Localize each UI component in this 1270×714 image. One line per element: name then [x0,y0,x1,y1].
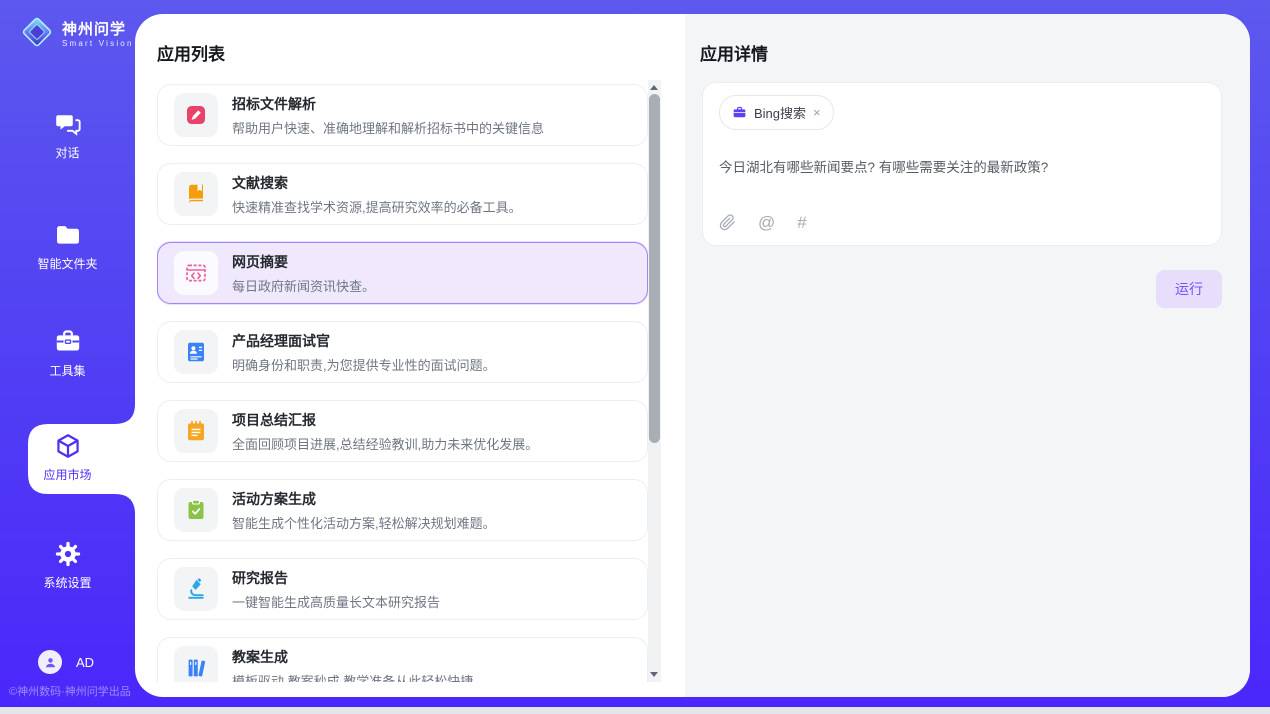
app-card-description: 明确身份和职责,为您提供专业性的面试问题。 [232,355,496,374]
app-card-name: 项目总结汇报 [232,410,538,430]
brand-logo: 神州问学 Smart Vision [18,13,134,56]
app-card-webdigest[interactable]: 网页摘要 每日政府新闻资讯快查。 [157,242,648,304]
scrollbar-up-arrow-icon[interactable] [650,85,658,90]
tool-chip-bing-search[interactable]: Bing搜索 × [719,95,834,130]
app-card-tender[interactable]: 招标文件解析 帮助用户快速、准确地理解和解析招标书中的关键信息 [157,84,648,146]
sidebar-item-chat[interactable]: 对话 [0,110,135,161]
app-card-name: 招标文件解析 [232,94,544,114]
app-list: 招标文件解析 帮助用户快速、准确地理解和解析招标书中的关键信息 文献搜索 快速精… [157,84,648,682]
browser-code-icon [184,261,208,285]
app-card-interview[interactable]: 产品经理面试官 明确身份和职责,为您提供专业性的面试问题。 [157,321,648,383]
gear-icon [0,540,135,570]
paperclip-icon[interactable] [719,214,736,231]
app-card-description: 一键智能生成高质量长文本研究报告 [232,592,440,611]
app-card-name: 活动方案生成 [232,489,496,509]
main-panel: 应用列表 招标文件解析 帮助用户快速、准确地理解和解析招标书中的关键信息 文献搜… [135,14,1250,697]
app-card-name: 产品经理面试官 [232,331,496,351]
app-card-description: 模板驱动,教案秒成,教学准备从此轻松快捷 [232,671,473,683]
brand-name: 神州问学 [62,21,126,38]
sidebar-item-settings[interactable]: 系统设置 [0,540,135,591]
folder-icon [0,221,135,251]
app-card-event[interactable]: 活动方案生成 智能生成个性化活动方案,轻松解决规划难题。 [157,479,648,541]
app-card-name: 研究报告 [232,568,440,588]
app-card-summary[interactable]: 项目总结汇报 全面回顾项目进展,总结经验教训,助力未来优化发展。 [157,400,648,462]
app-card-description: 智能生成个性化活动方案,轻松解决规划难题。 [232,513,496,532]
microscope-icon [184,577,208,601]
app-detail-panel: 应用详情 Bing搜索 × 今日湖北有哪些新闻要点? 有哪些需要关注的最新政策? [685,14,1250,697]
tool-chip-label: Bing搜索 [754,103,806,122]
cube-icon [0,432,135,462]
attachment-toolbar: @ # [719,214,807,231]
user-row[interactable]: AD [38,650,94,674]
sidebar: 神州问学 Smart Vision 对话 智能文件夹 工具集 应用市场 [0,0,135,707]
user-avatar-icon[interactable] [38,650,62,674]
app-card-lesson[interactable]: 教案生成 模板驱动,教案秒成,教学准备从此轻松快捷 [157,637,648,682]
hash-icon[interactable]: # [797,214,806,231]
chip-close-icon[interactable]: × [813,106,821,119]
at-mention-icon[interactable]: @ [758,214,775,231]
clipboard-check-icon [184,498,208,522]
toolbox-icon [0,328,135,358]
sidebar-item-tools[interactable]: 工具集 [0,328,135,379]
app-card-literature[interactable]: 文献搜索 快速精准查找学术资源,提高研究效率的必备工具。 [157,163,648,225]
run-button[interactable]: 运行 [1156,270,1222,308]
resume-person-icon [184,340,208,364]
books-icon [184,656,208,680]
app-card-name: 教案生成 [232,647,473,667]
app-card-name: 网页摘要 [232,252,375,272]
app-card-research[interactable]: 研究报告 一键智能生成高质量长文本研究报告 [157,558,648,620]
app-card-name: 文献搜索 [232,173,522,193]
scrollbar-thumb[interactable] [649,94,660,443]
scrollbar-down-arrow-icon[interactable] [650,672,658,677]
user-initials: AD [76,655,94,670]
app-card-description: 快速精准查找学术资源,提高研究效率的必备工具。 [232,197,522,216]
app-detail-title: 应用详情 [700,40,768,65]
brand-subtitle: Smart Vision [62,39,134,48]
chat-icon [0,110,135,140]
sidebar-item-folders[interactable]: 智能文件夹 [0,221,135,272]
list-scrollbar[interactable] [648,80,661,682]
notepad-icon [184,419,208,443]
book-icon [184,182,208,206]
prompt-text[interactable]: 今日湖北有哪些新闻要点? 有哪些需要关注的最新政策? [719,156,1205,176]
edit-doc-icon [184,103,208,127]
briefcase-icon [732,105,747,120]
brand-diamond-icon [18,13,56,56]
app-card-description: 全面回顾项目进展,总结经验教训,助力未来优化发展。 [232,434,538,453]
sidebar-item-market[interactable]: 应用市场 [0,432,135,483]
footer-copyright: ©神州数码·神州问学出品 [9,683,131,699]
app-card-description: 每日政府新闻资讯快查。 [232,276,375,295]
app-card-description: 帮助用户快速、准确地理解和解析招标书中的关键信息 [232,118,544,137]
app-list-title: 应用列表 [157,40,225,65]
prompt-card[interactable]: Bing搜索 × 今日湖北有哪些新闻要点? 有哪些需要关注的最新政策? @ # [702,82,1222,246]
